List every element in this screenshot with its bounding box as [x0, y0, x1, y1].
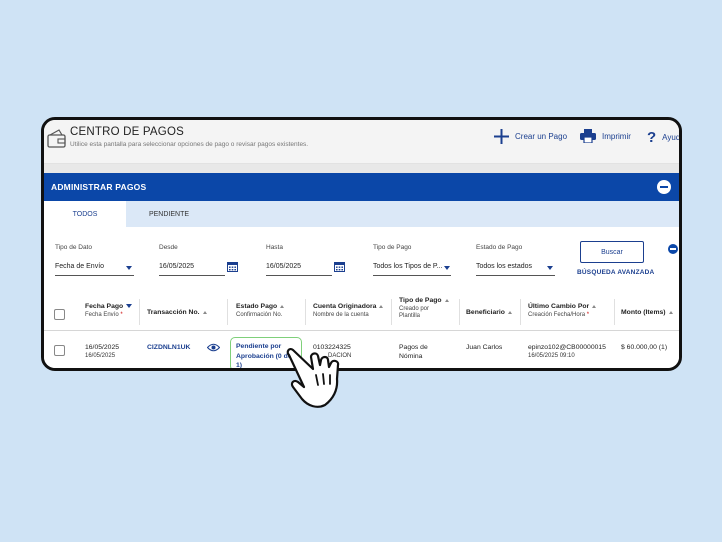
estado-pago-label: Estado de Pago: [476, 244, 523, 251]
advanced-search-link[interactable]: BÚSQUEDA AVANZADA: [577, 269, 654, 276]
estado-pago-select[interactable]: Todos los estados: [476, 263, 532, 270]
select-all-checkbox[interactable]: [54, 309, 65, 320]
cell-monto: $ 60.000,00 (1): [621, 344, 668, 351]
collapse-filters-icon[interactable]: [668, 244, 678, 254]
printer-icon: [580, 129, 596, 143]
cell-beneficiario: Juan Carlos: [466, 344, 503, 351]
col-transaccion[interactable]: Transacción No.: [147, 309, 207, 316]
help-icon: ?: [647, 129, 657, 146]
tipo-pago-select[interactable]: Todos los Tipos de P...: [373, 263, 443, 270]
panel-title: ADMINISTRAR PAGOS: [51, 182, 147, 192]
hasta-input[interactable]: 16/05/2025: [266, 263, 301, 270]
col-ultimo-cambio[interactable]: Último Cambio Por Creación Fecha/Hora *: [528, 303, 597, 318]
row-checkbox[interactable]: [54, 345, 65, 356]
wallet-icon: [47, 129, 66, 148]
column-divider: [227, 299, 228, 325]
hasta-underline: [266, 275, 332, 276]
estado-pago-underline: [476, 275, 555, 276]
page-subtitle: Utilice esta pantalla para seleccionar o…: [70, 141, 309, 148]
desde-label: Desde: [159, 244, 178, 251]
panel-header: ADMINISTRAR PAGOS: [44, 173, 679, 201]
tipo-pago-underline: [373, 275, 451, 276]
column-divider: [139, 299, 140, 325]
table-header: Fecha Pago Fecha Envío * Transacción No.…: [44, 291, 679, 331]
col-estado-pago[interactable]: Estado Pago Confirmación No.: [236, 303, 285, 318]
desde-input[interactable]: 16/05/2025: [159, 263, 194, 270]
hasta-label: Hasta: [266, 244, 283, 251]
chevron-down-icon: [547, 266, 553, 270]
sort-desc-icon: [126, 304, 133, 309]
table-row[interactable]: 16/05/2025 16/05/2025 CIZDNLN1UK Pendien…: [44, 331, 679, 368]
col-cuenta[interactable]: Cuenta Originadora Nombre de la cuenta: [313, 303, 384, 318]
sort-icon: [202, 310, 207, 314]
pointer-hand-icon: [286, 347, 340, 408]
tab-bar: TODOS PENDIENTE: [44, 201, 679, 227]
calendar-icon[interactable]: [334, 261, 345, 272]
cell-ultimo-cambio: epinzo102@CB00000015 16/05/2025 09:10: [528, 344, 606, 359]
tab-todos[interactable]: TODOS: [44, 201, 126, 227]
sort-icon: [507, 310, 512, 314]
sort-icon: [444, 298, 449, 302]
calendar-icon[interactable]: [227, 261, 238, 272]
help-button[interactable]: ? Ayuda: [647, 129, 681, 146]
tipo-dato-select[interactable]: Fecha de Envío: [55, 263, 104, 270]
page-title: CENTRO DE PAGOS: [70, 126, 184, 138]
column-divider: [459, 299, 460, 325]
eye-icon[interactable]: [207, 343, 220, 352]
column-divider: [391, 299, 392, 325]
print-button[interactable]: Imprimir: [580, 129, 631, 143]
column-divider: [305, 299, 306, 325]
payments-center: CENTRO DE PAGOS Utilice esta pantalla pa…: [44, 120, 681, 368]
search-button[interactable]: Buscar: [580, 241, 644, 263]
page-header: CENTRO DE PAGOS Utilice esta pantalla pa…: [44, 120, 681, 164]
cell-fecha: 16/05/2025 16/05/2025: [85, 344, 120, 359]
filter-bar: Tipo de Dato Fecha de Envío Desde 16/05/…: [44, 227, 679, 291]
sort-icon: [668, 310, 673, 314]
cell-tipo-pago: Pagos de Nómina: [399, 344, 428, 360]
collapse-icon[interactable]: [657, 180, 671, 194]
column-divider: [614, 299, 615, 325]
sort-icon: [592, 304, 597, 308]
sort-icon: [379, 304, 384, 308]
tipo-dato-underline: [55, 275, 134, 276]
desde-underline: [159, 275, 225, 276]
tipo-dato-label: Tipo de Dato: [55, 244, 92, 251]
col-monto[interactable]: Monto (Items): [621, 309, 673, 316]
browser-frame: CENTRO DE PAGOS Utilice esta pantalla pa…: [41, 117, 682, 371]
chevron-down-icon: [444, 266, 450, 270]
tab-pendiente[interactable]: PENDIENTE: [126, 201, 212, 227]
col-tipo-pago[interactable]: Tipo de Pago Creado por Plantilla: [399, 297, 449, 319]
print-label: Imprimir: [602, 131, 631, 141]
chevron-down-icon: [126, 266, 132, 270]
col-fecha-pago[interactable]: Fecha Pago Fecha Envío *: [85, 303, 133, 318]
column-divider: [520, 299, 521, 325]
help-label: Ayuda: [662, 133, 681, 142]
sort-icon: [280, 304, 285, 308]
plus-icon: [494, 129, 509, 144]
create-payment-button[interactable]: Crear un Pago: [494, 129, 567, 144]
create-payment-label: Crear un Pago: [515, 132, 568, 141]
tipo-pago-label: Tipo de Pago: [373, 244, 412, 251]
transaction-link[interactable]: CIZDNLN1UK: [147, 344, 190, 351]
col-beneficiario[interactable]: Beneficiario: [466, 309, 512, 316]
